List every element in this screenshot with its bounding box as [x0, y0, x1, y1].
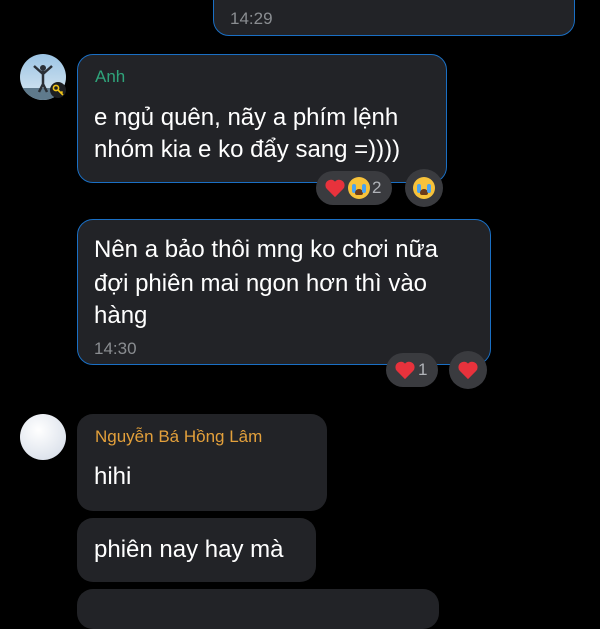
reaction-count: 1 — [418, 360, 428, 379]
heart-icon — [325, 179, 345, 198]
my-reaction-button[interactable] — [405, 169, 443, 207]
message-text: hihi — [94, 463, 132, 490]
message-text: hàng — [94, 302, 148, 329]
reaction-summary[interactable]: 1 — [386, 353, 438, 387]
avatar-nguyen-ba-hong-lam[interactable] — [20, 414, 66, 460]
message-text: đợi phiên mai ngon hơn thì vào — [94, 270, 428, 297]
heart-icon — [458, 361, 478, 380]
reaction-count: 2 — [372, 178, 382, 197]
heart-icon — [395, 361, 415, 380]
message-time: 14:29 — [230, 9, 273, 28]
my-reaction-button[interactable] — [449, 351, 487, 389]
reaction-summary[interactable]: 2 — [316, 171, 392, 205]
avatar-photo — [20, 414, 66, 460]
message-time: 14:30 — [94, 339, 137, 358]
sender-name[interactable]: Nguyễn Bá Hồng Lâm — [95, 427, 262, 447]
message-text: phiên nay hay mà — [94, 536, 284, 563]
message-bubble-lam[interactable] — [77, 589, 439, 629]
crying-face-icon — [413, 177, 435, 199]
key-badge-icon — [50, 82, 66, 98]
message-text: e ngủ quên, nãy a phím lệnh — [94, 104, 399, 131]
message-text: Nên a bảo thôi mng ko chơi nữa — [94, 236, 439, 263]
crying-face-icon — [348, 177, 370, 199]
sender-name[interactable]: Anh — [95, 67, 125, 87]
message-text: nhóm kia e ko đẩy sang =)))) — [94, 136, 401, 163]
